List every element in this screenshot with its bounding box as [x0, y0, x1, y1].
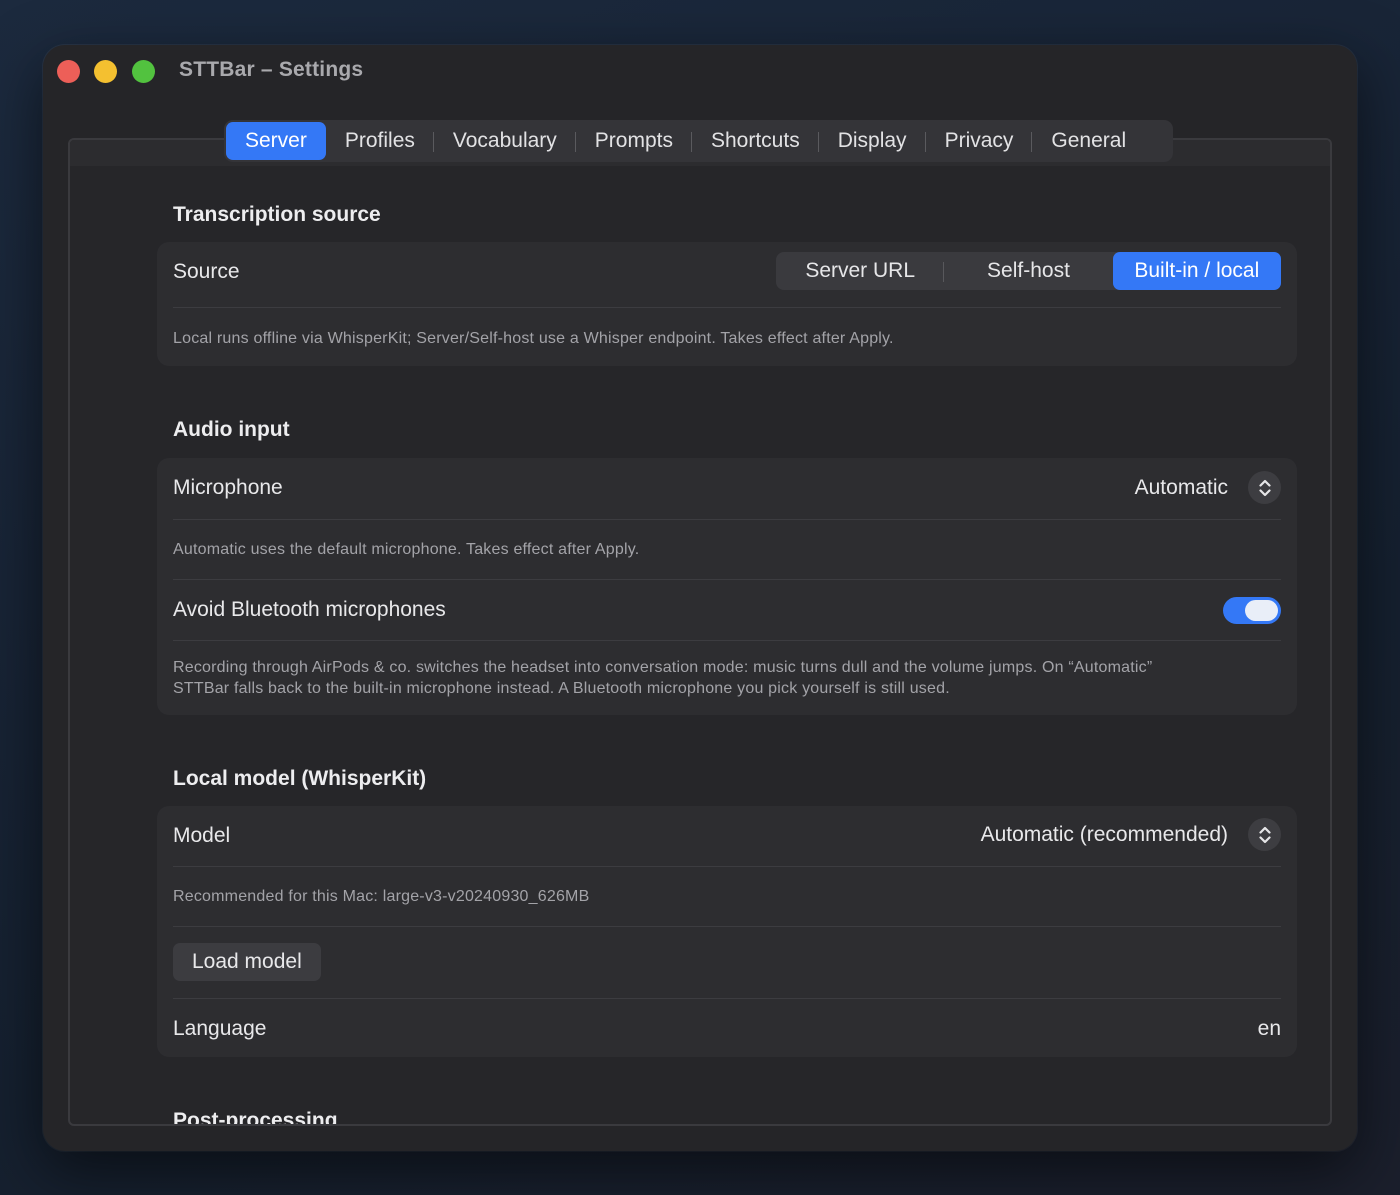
section-title-post-processing: Post-processing — [173, 1109, 338, 1126]
settings-tab-bar: Server Profiles Vocabulary Prompts Short… — [224, 120, 1173, 162]
bluetooth-help-line-2: STTBar falls back to the built-in microp… — [173, 680, 950, 697]
chevron-up-down-icon — [1248, 471, 1281, 504]
close-window-button[interactable] — [57, 60, 80, 83]
title-bar: STTBar – Settings — [43, 45, 1357, 101]
tab-vocabulary[interactable]: Vocabulary — [434, 122, 576, 160]
source-segmented-control: Server URL Self-host Built-in / local — [776, 252, 1281, 290]
model-recommendation-text: Recommended for this Mac: large-v3-v2024… — [173, 888, 590, 905]
divider — [173, 519, 1281, 520]
scroll-content: Transcription source Source Server URL S… — [70, 140, 1330, 1124]
microphone-popup[interactable]: Automatic — [1135, 471, 1281, 504]
transcription-card: Source Server URL Self-host Built-in / l… — [157, 242, 1297, 366]
settings-panel: Transcription source Source Server URL S… — [68, 138, 1332, 1126]
zoom-window-button[interactable] — [132, 60, 155, 83]
bluetooth-label: Avoid Bluetooth microphones — [173, 598, 446, 621]
source-label: Source — [173, 260, 240, 283]
toggle-knob — [1245, 600, 1278, 621]
tab-profiles[interactable]: Profiles — [326, 122, 434, 160]
model-value: Automatic (recommended) — [980, 822, 1228, 846]
tab-label: Shortcuts — [710, 129, 800, 152]
tab-privacy[interactable]: Privacy — [926, 122, 1033, 160]
minimize-window-button[interactable] — [94, 60, 117, 83]
tab-label: General — [1051, 129, 1127, 152]
avoid-bluetooth-toggle[interactable] — [1223, 597, 1281, 624]
tab-label: Prompts — [594, 129, 673, 152]
microphone-label: Microphone — [173, 476, 283, 499]
language-value[interactable]: en — [1258, 1017, 1281, 1041]
bluetooth-help-text: Recording through AirPods & co. switches… — [173, 657, 1152, 699]
tab-server[interactable]: Server — [226, 122, 326, 160]
divider — [173, 307, 1281, 308]
tab-display[interactable]: Display — [819, 122, 926, 160]
source-option-built-in-local[interactable]: Built-in / local — [1112, 252, 1281, 290]
tab-label: Server — [245, 129, 307, 152]
source-option-self-host[interactable]: Self-host — [944, 252, 1112, 290]
tab-general[interactable]: General — [1032, 122, 1145, 160]
segment-label: Self-host — [987, 259, 1070, 282]
divider — [173, 866, 1281, 867]
local-model-card: Model Automatic (recommended) Recommende… — [157, 806, 1297, 1057]
settings-window: STTBar – Settings Server Profiles Vocabu… — [43, 45, 1357, 1151]
divider — [173, 640, 1281, 641]
window-title: STTBar – Settings — [179, 58, 364, 81]
divider — [173, 998, 1281, 999]
divider — [173, 926, 1281, 927]
section-title-local-model: Local model (WhisperKit) — [173, 767, 427, 790]
bluetooth-help-line-1: Recording through AirPods & co. switches… — [173, 659, 1153, 676]
tab-shortcuts[interactable]: Shortcuts — [692, 122, 819, 160]
tab-label: Profiles — [344, 129, 415, 152]
tab-label: Privacy — [944, 129, 1014, 152]
model-label: Model — [173, 824, 231, 847]
source-help-text: Local runs offline via WhisperKit; Serve… — [173, 330, 894, 347]
language-label: Language — [173, 1017, 267, 1040]
microphone-value: Automatic — [1134, 475, 1228, 499]
section-title-transcription: Transcription source — [173, 203, 381, 226]
source-option-server-url[interactable]: Server URL — [776, 252, 945, 290]
audio-card: Microphone Automatic Automatic uses the … — [157, 458, 1297, 715]
tab-label: Display — [837, 129, 907, 152]
segment-label: Server URL — [805, 259, 916, 282]
tab-prompts[interactable]: Prompts — [576, 122, 692, 160]
tab-label: Vocabulary — [452, 129, 557, 152]
model-popup[interactable]: Automatic (recommended) — [981, 818, 1281, 851]
chevron-up-down-icon — [1248, 818, 1281, 851]
load-model-button[interactable]: Load model — [173, 943, 321, 981]
section-title-audio: Audio input — [173, 418, 290, 441]
segment-label: Built-in / local — [1134, 259, 1260, 282]
microphone-help-text: Automatic uses the default microphone. T… — [173, 541, 640, 558]
divider — [173, 579, 1281, 580]
